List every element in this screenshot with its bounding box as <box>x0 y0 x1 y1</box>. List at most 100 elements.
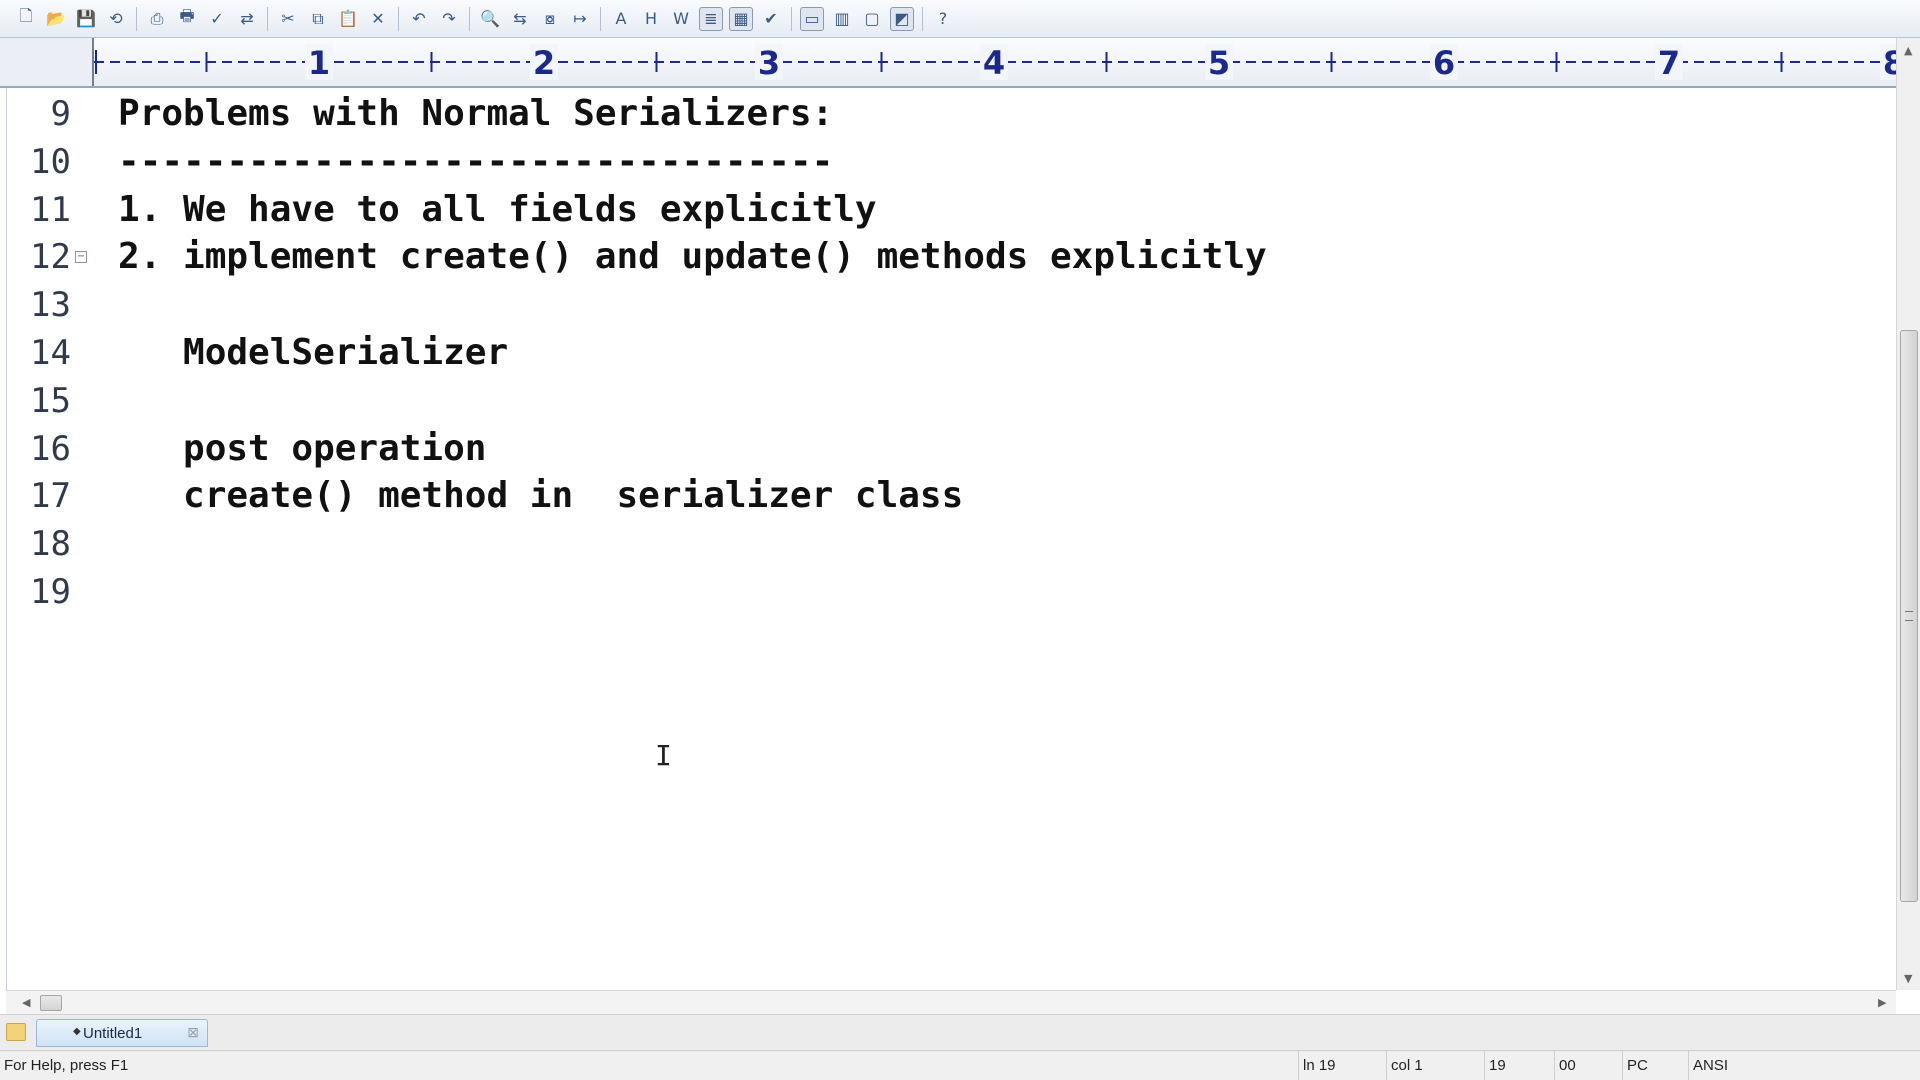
line-number: 11 <box>30 189 71 230</box>
toolbar-separator <box>136 6 137 31</box>
copy-icon[interactable]: ⧉ <box>306 7 330 31</box>
line-text: 2. implement create() and update() metho… <box>118 236 1267 278</box>
delete-icon[interactable]: ✕ <box>366 7 390 31</box>
browser-icon[interactable]: ◩ <box>890 6 914 31</box>
tab-modified-icon: ◆ <box>73 1026 81 1037</box>
save-all-icon[interactable]: ⟲ <box>104 7 128 31</box>
text-cursor-icon: I <box>655 739 672 772</box>
print-icon[interactable]: 🖶 <box>175 6 199 31</box>
tab-untitled1[interactable]: ◆ Untitled1 ⊠ <box>36 1019 208 1047</box>
line-text: create() method in serializer class <box>118 475 964 517</box>
editor-line[interactable]: 15 <box>7 377 1887 425</box>
folder-icon[interactable] <box>6 1023 26 1041</box>
split-icon[interactable]: ▥ <box>830 7 854 31</box>
ruler-icon[interactable]: ▦ <box>729 6 753 31</box>
line-number: 14 <box>30 333 71 373</box>
line-text: 1. We have to all fields explicitly <box>118 188 877 230</box>
editor-area[interactable]: 9 Problems with Normal Serializers: 10 ----… <box>6 88 1896 990</box>
ruler-mark: 2 <box>533 44 555 82</box>
line-number: 9 <box>50 94 71 134</box>
toolbar-separator <box>600 6 601 31</box>
line-text: --------------------------------- <box>118 140 834 182</box>
tab-label: Untitled1 <box>83 1024 143 1042</box>
ruler-mark: 6 <box>1433 44 1455 82</box>
editor-line[interactable]: 10 --------------------------------- <box>7 138 1887 186</box>
toolbar-separator <box>398 6 399 31</box>
line-number: 18 <box>30 524 71 565</box>
status-code: 00 <box>1554 1051 1620 1080</box>
editor-line[interactable]: 13 <box>7 281 1887 329</box>
undo-icon[interactable]: ↶ <box>407 7 431 31</box>
status-help-text: For Help, press F1 <box>4 1057 129 1074</box>
new-file-icon[interactable]: 🗋 <box>14 6 38 31</box>
status-column: col 1 <box>1386 1051 1482 1080</box>
vertical-scroll-thumb[interactable] <box>1900 330 1918 902</box>
line-number: 19 <box>30 572 71 612</box>
help-icon[interactable]: ? <box>931 7 955 31</box>
toolbar-separator <box>791 6 792 31</box>
print-preview-icon[interactable]: ⎙ <box>145 7 169 31</box>
goto-icon[interactable]: ↦ <box>568 7 592 31</box>
ruler-corner <box>0 38 94 86</box>
convert-icon[interactable]: ⇄ <box>235 7 259 31</box>
document-tab-bar: ◆ Untitled1 ⊠ <box>0 1014 1920 1050</box>
line-text: Problems with Normal Serializers: <box>118 93 834 134</box>
editor-line[interactable]: 19 <box>7 568 1887 616</box>
editor-line[interactable]: 17 create() method in serializer class <box>7 472 1887 520</box>
ruler-scale: 1 2 3 4 5 6 7 8 <box>94 44 1896 82</box>
editor-line[interactable]: 12− 2. implement create() and update() me… <box>7 233 1887 281</box>
spellcheck-icon[interactable]: ✓ <box>205 7 229 31</box>
status-encoding: ANSI <box>1688 1051 1778 1080</box>
line-numbers-icon[interactable]: ≣ <box>699 6 723 31</box>
scroll-left-icon[interactable]: ◀ <box>22 996 30 1009</box>
line-text: post operation <box>118 427 487 469</box>
ruler: 1 2 3 4 5 6 7 8 <box>0 38 1920 88</box>
scroll-down-icon[interactable]: ▼ <box>1904 972 1912 985</box>
toolbar-separator <box>922 6 923 31</box>
line-number: 13 <box>30 285 71 326</box>
line-number: 10 <box>30 141 71 182</box>
close-icon[interactable]: ⊠ <box>187 1024 199 1041</box>
status-line: ln 19 <box>1298 1051 1378 1080</box>
ruler-mark: 8 <box>1883 44 1896 82</box>
hex-icon[interactable]: H <box>639 7 663 31</box>
editor-line[interactable]: 11 1. We have to all fields explicitly <box>7 186 1887 234</box>
grip-icon <box>1905 611 1913 621</box>
status-lines-total: 19 <box>1484 1051 1552 1080</box>
font-icon[interactable]: A <box>609 7 633 31</box>
editor-line[interactable]: 9 Problems with Normal Serializers: <box>7 90 1887 138</box>
open-folder-icon[interactable]: 📂 <box>44 7 68 31</box>
ruler-mark: 5 <box>1208 44 1230 82</box>
window-icon[interactable]: ▭ <box>800 6 824 31</box>
word-wrap-icon[interactable]: W <box>669 7 693 31</box>
editor-line[interactable]: 18 <box>7 520 1887 568</box>
editor-line[interactable]: 14 ModelSerializer <box>7 329 1887 377</box>
ruler-mark: 1 <box>308 44 330 82</box>
find-in-files-icon[interactable]: ⧇ <box>538 7 562 31</box>
status-bar: For Help, press F1 ln 19 col 1 19 00 PC … <box>0 1050 1920 1080</box>
line-number: 16 <box>30 428 71 469</box>
fold-toggle-icon[interactable]: − <box>75 251 87 264</box>
scroll-up-icon[interactable]: ▲ <box>1904 44 1912 57</box>
editor-line[interactable]: 16 post operation <box>7 425 1887 473</box>
screen-icon[interactable]: ▢ <box>860 7 884 31</box>
ruler-mark: 3 <box>758 44 780 82</box>
ruler-mark: 4 <box>983 44 1005 82</box>
save-icon[interactable]: 💾 <box>74 7 98 31</box>
check-icon[interactable]: ✔ <box>759 7 783 31</box>
replace-icon[interactable]: ⇆ <box>508 7 532 31</box>
line-number: 17 <box>30 476 71 517</box>
line-text: ModelSerializer <box>118 332 509 373</box>
paste-icon[interactable]: 📋 <box>336 7 360 31</box>
scroll-right-icon[interactable]: ▶ <box>1878 996 1886 1009</box>
vertical-scrollbar[interactable]: ▲ ▼ <box>1896 38 1920 990</box>
horizontal-scroll-thumb[interactable] <box>40 995 62 1011</box>
toolbar: 🗋 📂 💾 ⟲ ⎙ 🖶 ✓ ⇄ ✂ ⧉ 📋 ✕ ↶ ↷ 🔍 ⇆ ⧇ ↦ A H W ≣ ▦ ✔ ▭ ▥ ▢ ◩? <box>0 0 1920 38</box>
cut-icon[interactable]: ✂ <box>276 7 300 31</box>
line-number: 15 <box>30 380 71 421</box>
toolbar-separator <box>267 6 268 31</box>
find-icon[interactable]: 🔍 <box>478 7 502 31</box>
redo-icon[interactable]: ↷ <box>437 7 461 31</box>
horizontal-scrollbar[interactable]: ◀ ▶ <box>6 990 1896 1014</box>
ruler-mark: 7 <box>1658 44 1680 82</box>
